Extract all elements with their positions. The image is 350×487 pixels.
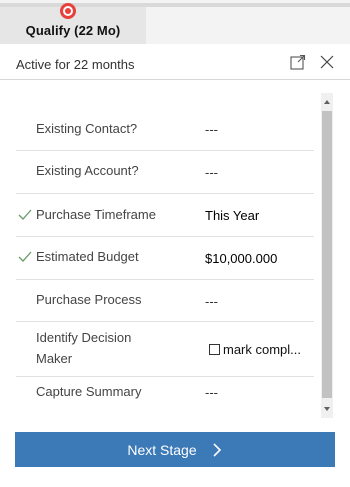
chevron-right-icon <box>213 442 221 457</box>
stage-flyout-header: Active for 22 months <box>0 44 350 80</box>
scroll-down-arrow-icon[interactable] <box>321 402 333 416</box>
field-label: Purchase Timeframe <box>36 207 156 222</box>
field-row-purchase-timeframe: Purchase Timeframe This Year <box>16 194 314 237</box>
active-stage-indicator-icon <box>60 3 76 19</box>
field-row-capture-summary: Capture Summary --- <box>16 377 314 411</box>
scroll-up-arrow-icon[interactable] <box>321 95 333 109</box>
close-icon[interactable] <box>318 53 336 71</box>
field-value[interactable]: --- <box>205 294 218 309</box>
checkbox-box[interactable] <box>209 344 220 355</box>
popout-icon[interactable] <box>289 53 307 71</box>
checkmark-icon <box>18 209 32 220</box>
field-value[interactable]: --- <box>205 385 218 400</box>
field-label-line1: Identify Decision <box>36 330 132 345</box>
field-row-estimated-budget: Estimated Budget $10,000.000 <box>16 237 314 280</box>
field-label: Estimated Budget <box>36 249 139 264</box>
field-label-line2: Maker <box>36 351 73 366</box>
scroll-thumb[interactable] <box>322 111 332 398</box>
field-label: Capture Summary <box>36 384 142 399</box>
field-label: Existing Contact? <box>36 121 138 136</box>
field-label: Purchase Process <box>36 292 142 307</box>
field-row-existing-contact: Existing Contact? --- <box>16 107 314 151</box>
next-stage-button[interactable]: Next Stage <box>15 432 335 467</box>
field-value[interactable]: This Year <box>205 208 259 223</box>
mark-complete-checkbox[interactable]: mark compl... <box>209 342 301 357</box>
checkbox-label[interactable]: mark compl... <box>223 342 301 357</box>
next-stage-label: Next Stage <box>127 441 197 458</box>
field-label: Existing Account? <box>36 163 139 178</box>
active-duration-text: Active for 22 months <box>16 57 135 72</box>
field-row-identify-decision-maker: Identify Decision Maker mark compl... <box>16 322 314 377</box>
stage-fields: Existing Contact? --- Existing Account? … <box>0 93 350 418</box>
field-value[interactable]: $10,000.000 <box>205 251 277 266</box>
checkmark-icon <box>18 251 32 262</box>
vertical-scrollbar[interactable] <box>321 93 333 418</box>
stage-bar: Qualify (22 Mo) <box>0 0 350 44</box>
field-value[interactable]: --- <box>205 122 218 137</box>
field-value[interactable]: --- <box>205 165 218 180</box>
field-row-existing-account: Existing Account? --- <box>16 151 314 194</box>
stage-label: Qualify (22 Mo) <box>25 23 121 38</box>
stage-tab-qualify[interactable]: Qualify (22 Mo) <box>0 3 146 44</box>
field-row-purchase-process: Purchase Process --- <box>16 280 314 322</box>
